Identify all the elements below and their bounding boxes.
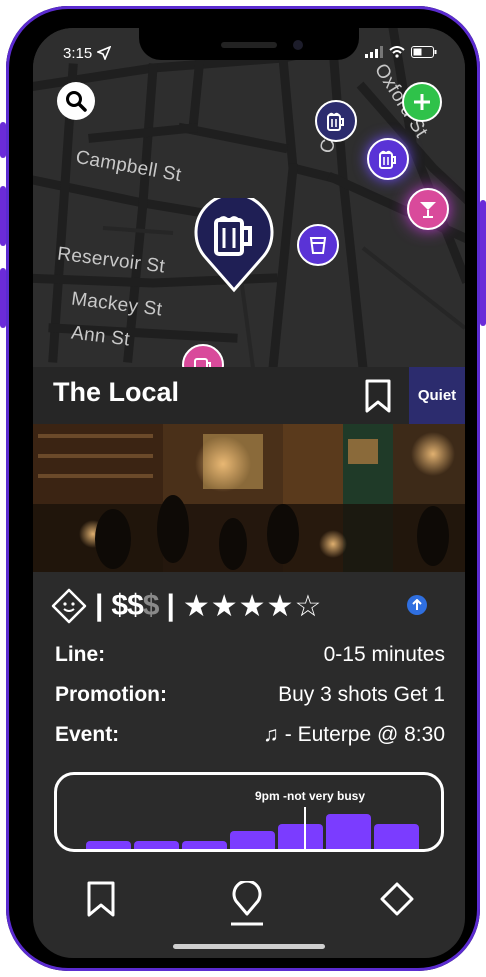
battery-icon — [411, 46, 437, 58]
status-time: 3:15 — [63, 45, 93, 62]
diamond-icon — [380, 882, 414, 916]
add-venue-button[interactable] — [402, 82, 442, 122]
bookmark-icon — [87, 881, 115, 917]
beer-mug-icon — [327, 112, 344, 131]
map-pin-cocktail[interactable] — [407, 188, 449, 230]
bottom-nav — [33, 873, 465, 933]
nav-saved[interactable] — [81, 881, 121, 925]
cup-icon — [309, 237, 327, 254]
signal-icon — [365, 46, 383, 58]
info-label: Promotion: — [55, 683, 167, 706]
selected-venue-pin[interactable] — [194, 192, 274, 294]
busyness-tooltip: 9pm -not very busy — [255, 789, 366, 803]
venue-name: The Local — [53, 377, 180, 407]
venue-photo — [33, 424, 465, 572]
map-pin-bar-2[interactable] — [367, 138, 409, 180]
map-pin-bar-1[interactable] — [315, 100, 357, 142]
search-button[interactable] — [57, 82, 95, 120]
map-pin-shape — [194, 192, 274, 293]
busyness-bar[interactable] — [230, 831, 275, 849]
app-screen: Campbell St Reservoir St Mackey St Ann S… — [33, 28, 465, 958]
busyness-bar[interactable] — [278, 824, 323, 849]
expand-info-button[interactable] — [407, 595, 427, 615]
busyness-chart[interactable]: 9pm -not very busy — [54, 772, 444, 852]
busyness-bar[interactable] — [134, 841, 179, 849]
location-arrow-icon — [97, 46, 111, 60]
map-view[interactable]: Campbell St Reservoir St Mackey St Ann S… — [33, 28, 465, 386]
map-pin-icon — [231, 881, 263, 926]
home-indicator — [173, 944, 325, 949]
info-label: Line: — [55, 643, 106, 666]
power-button — [480, 200, 486, 326]
separator: | — [166, 589, 175, 622]
price-inactive: $ — [142, 589, 160, 622]
beer-mug-icon — [379, 150, 396, 169]
price-active: $$ — [111, 589, 143, 622]
info-row-promotion: Promotion: Buy 3 shots Get 1 — [55, 683, 445, 707]
nav-explore[interactable] — [377, 881, 417, 925]
map-pin-cup[interactable] — [297, 224, 339, 266]
busyness-bar[interactable] — [374, 824, 419, 849]
separator: | — [95, 589, 104, 622]
busyness-bar[interactable] — [182, 841, 227, 849]
bar-interior-image — [33, 424, 465, 572]
arrow-up-icon — [412, 599, 422, 610]
info-value: 0-15 minutes — [323, 643, 445, 666]
busyness-badge: Quiet — [409, 367, 465, 424]
info-value: Buy 3 shots Get 1 — [278, 683, 445, 706]
info-value: ♫ - Euterpe @ 8:30 — [263, 723, 445, 746]
info-row-line: Line: 0-15 minutes — [55, 643, 445, 667]
notch — [139, 28, 359, 60]
price-level: $$$ — [111, 589, 160, 623]
cocktail-icon — [420, 202, 436, 218]
bookmark-icon[interactable] — [365, 379, 391, 413]
busyness-bar[interactable] — [86, 841, 131, 849]
venue-meta-row: | $$$ | ★★★★☆ — [51, 586, 451, 626]
busyness-bar[interactable] — [326, 814, 371, 849]
info-row-event: Event: ♫ - Euterpe @ 8:30 — [55, 723, 445, 747]
phone-frame: Campbell St Reservoir St Mackey St Ann S… — [6, 6, 480, 971]
wifi-icon — [389, 46, 405, 58]
star-rating: ★★★★☆ — [182, 589, 323, 623]
search-icon — [66, 91, 87, 112]
plus-icon — [414, 94, 430, 110]
status-bar: 3:15 — [33, 28, 465, 78]
busyness-marker — [304, 807, 306, 849]
venue-header: The Local Quiet — [33, 367, 465, 424]
info-label: Event: — [55, 723, 120, 746]
mood-diamond-icon — [51, 588, 87, 624]
nav-map[interactable] — [227, 881, 267, 926]
